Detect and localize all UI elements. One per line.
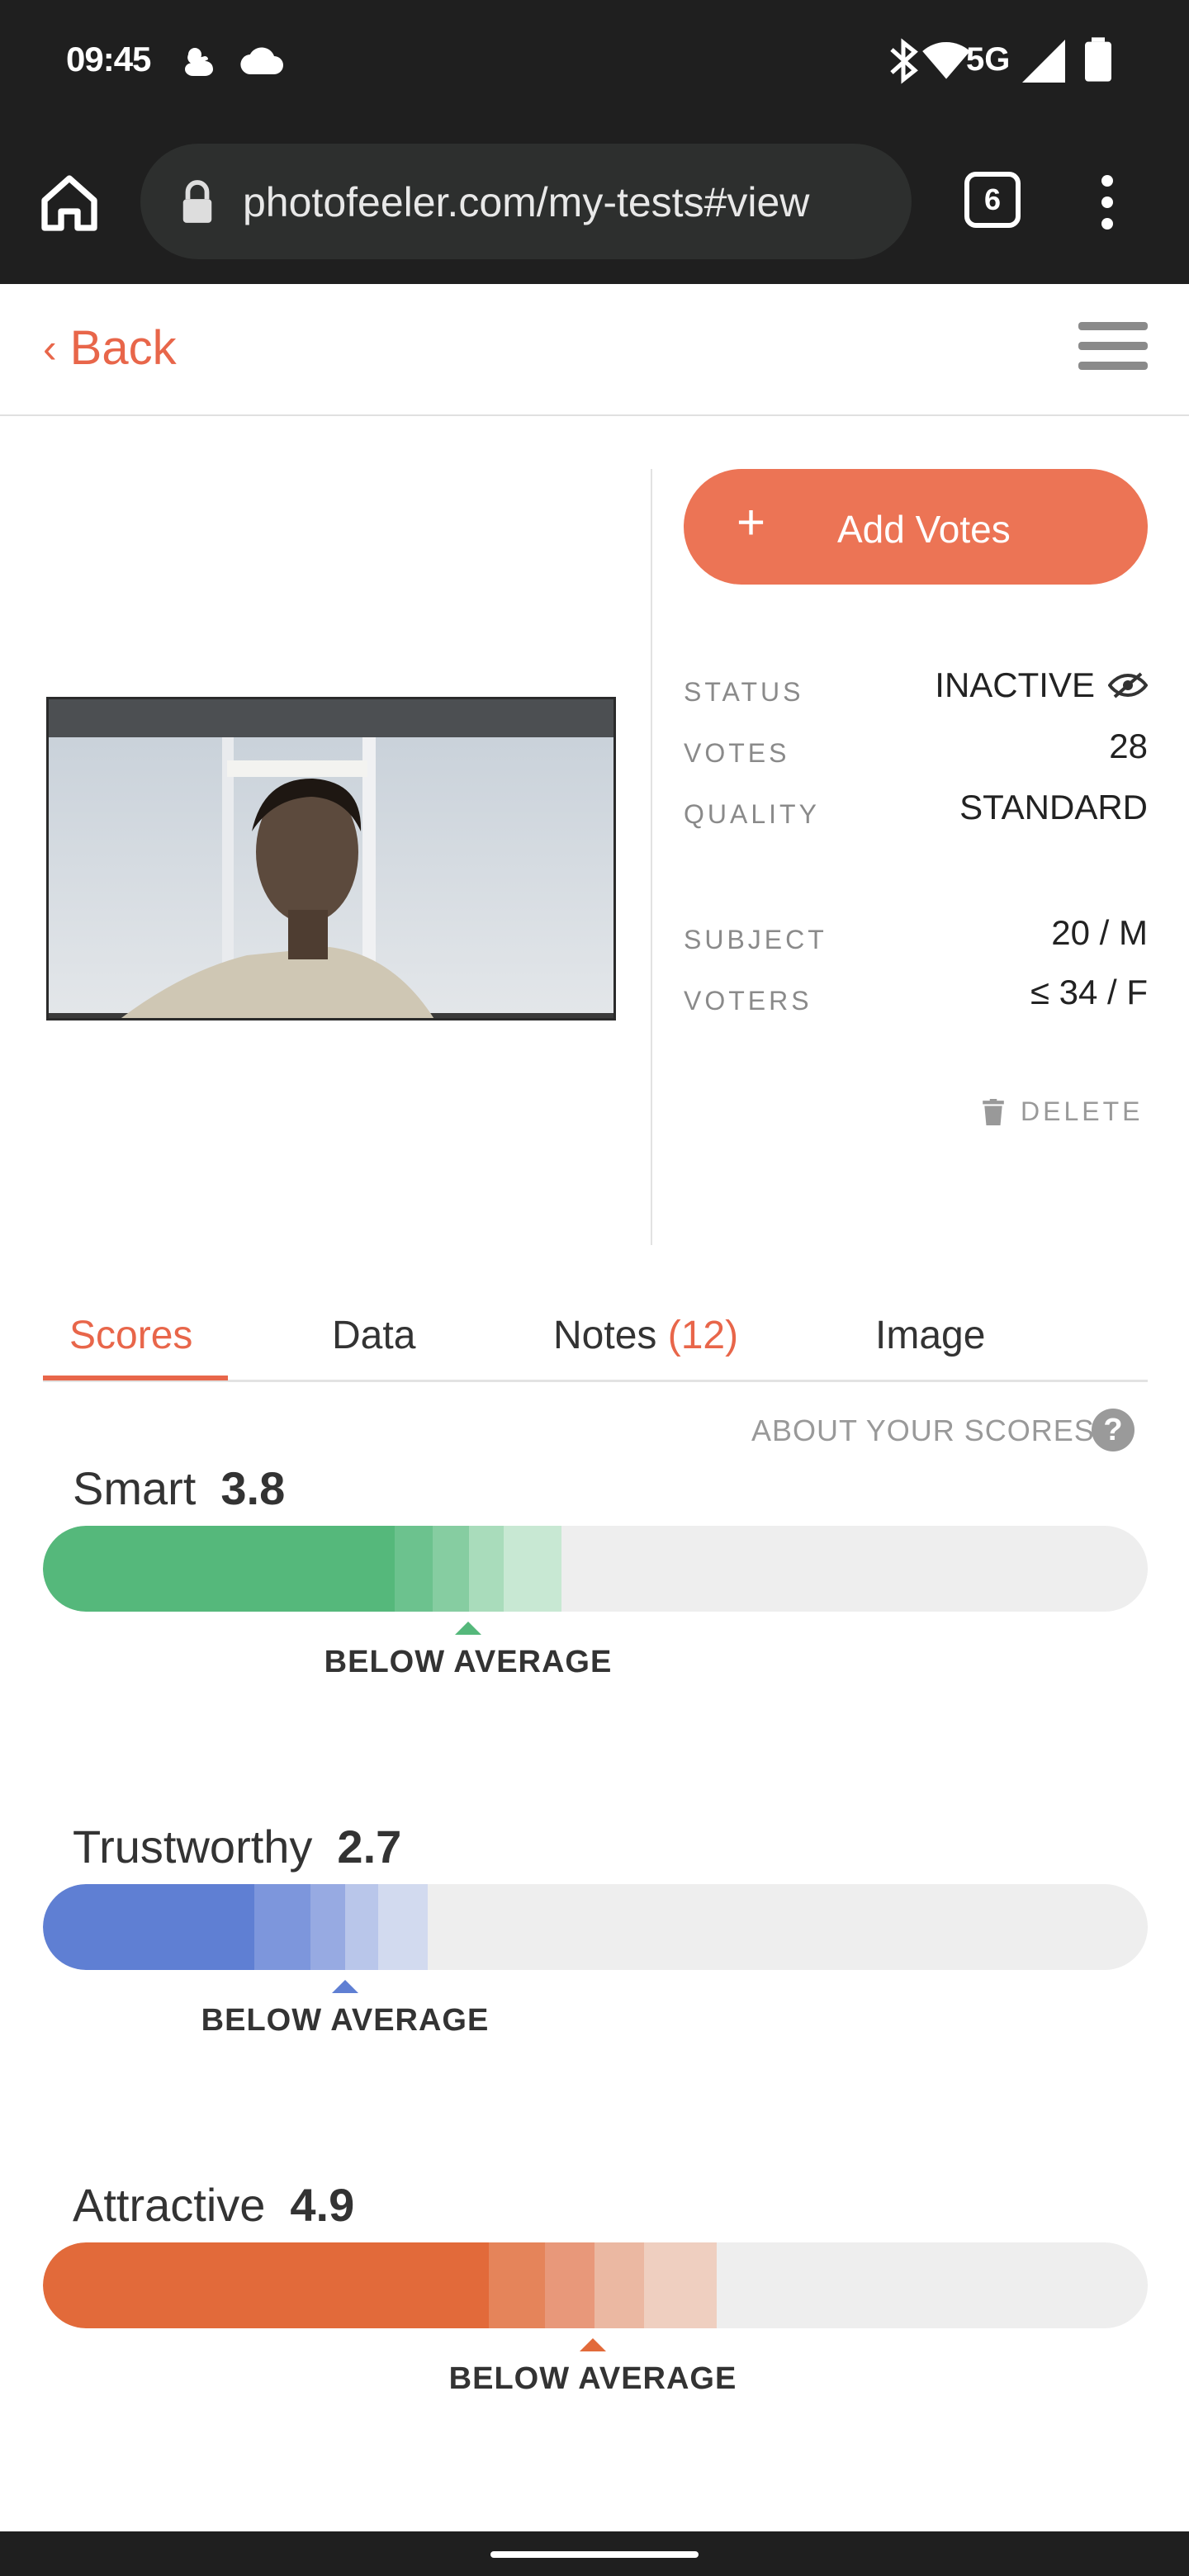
eye-slash-icon xyxy=(1108,672,1148,698)
delete-button[interactable]: DELETE xyxy=(983,1096,1143,1127)
score-rating: BELOW AVERAGE xyxy=(324,1645,613,1679)
back-button[interactable]: ‹ Back xyxy=(43,320,177,376)
more-menu-icon[interactable] xyxy=(1095,170,1120,236)
score-bar-range xyxy=(594,2242,644,2328)
votes-value: 28 xyxy=(1109,727,1148,765)
score-value: 4.9 xyxy=(290,2179,355,2231)
delete-label: DELETE xyxy=(1021,1096,1144,1126)
chevron-left-icon: ‹ xyxy=(43,324,57,372)
duck-icon xyxy=(185,48,213,76)
tab-data[interactable]: Data xyxy=(332,1313,415,1358)
hamburger-menu-icon[interactable] xyxy=(1078,322,1148,375)
voters-label: VOTERS xyxy=(684,986,812,1016)
add-votes-button[interactable]: + Add Votes xyxy=(684,469,1148,585)
score-heading: Attractive 4.9 xyxy=(73,2178,354,2232)
active-tab-indicator xyxy=(43,1376,228,1380)
score-bar-range xyxy=(378,1884,428,1970)
score-bar-range xyxy=(345,1884,378,1970)
status-text: INACTIVE xyxy=(935,665,1095,704)
score-bar-range xyxy=(254,1884,310,1970)
score-rating: BELOW AVERAGE xyxy=(448,2361,737,2396)
status-bar: 09:45 5G xyxy=(0,0,1189,124)
score-label: Smart xyxy=(73,1462,197,1514)
score-bar xyxy=(43,1526,1148,1612)
help-icon[interactable]: ? xyxy=(1092,1409,1135,1451)
score-bar xyxy=(43,2242,1148,2328)
score-bar-range xyxy=(310,1884,345,1970)
tab-bar: Scores Data Notes (12) Image xyxy=(43,1305,1148,1382)
trash-icon xyxy=(983,1098,1004,1125)
vertical-divider xyxy=(651,469,652,1245)
url-text[interactable]: photofeeler.com/my-tests#view xyxy=(243,178,903,226)
score-bar xyxy=(43,1884,1148,1970)
notes-count-badge: (12) xyxy=(667,1314,739,1357)
quality-label: QUALITY xyxy=(684,799,820,829)
browser-toolbar: photofeeler.com/my-tests#view 6 xyxy=(0,124,1189,284)
tab-notes-label: Notes xyxy=(553,1314,657,1357)
status-time: 09:45 xyxy=(66,40,151,78)
network-type: 5G xyxy=(966,41,1011,78)
app-header: ‹ Back xyxy=(0,284,1189,416)
tab-switcher-button[interactable]: 6 xyxy=(964,172,1021,228)
subject-value: 20 / M xyxy=(1051,913,1148,952)
score-bar-range xyxy=(433,1526,469,1612)
score-marker-icon xyxy=(332,1980,358,1993)
photo-image xyxy=(49,699,613,1018)
bluetooth-icon xyxy=(890,38,918,84)
score-bar-fill xyxy=(43,1526,396,1612)
system-nav-bar xyxy=(0,2531,1189,2576)
quality-value: STANDARD xyxy=(959,788,1148,826)
tab-notes[interactable]: Notes (12) xyxy=(553,1313,738,1358)
score-marker-icon xyxy=(455,1622,481,1635)
wifi-icon xyxy=(922,41,970,79)
back-label: Back xyxy=(69,321,177,375)
votes-label: VOTES xyxy=(684,738,790,768)
score-label: Attractive xyxy=(73,2179,266,2231)
signal-icon xyxy=(1022,40,1065,83)
score-bar-range xyxy=(545,2242,594,2328)
lock-icon xyxy=(182,180,212,223)
score-heading: Trustworthy 2.7 xyxy=(73,1820,401,1873)
plus-icon: + xyxy=(737,495,766,550)
address-bar[interactable]: photofeeler.com/my-tests#view xyxy=(140,144,912,259)
score-bar-fill xyxy=(43,2242,490,2328)
status-label: STATUS xyxy=(684,677,804,707)
voters-value: ≤ 34 / F xyxy=(1030,973,1148,1011)
score-rating: BELOW AVERAGE xyxy=(201,2003,490,2038)
score-bar-fill xyxy=(43,1884,256,1970)
add-votes-label: Add Votes xyxy=(837,508,1011,551)
home-gesture-handle[interactable] xyxy=(490,2551,699,2558)
score-bar-range xyxy=(644,2242,717,2328)
score-bar-range xyxy=(395,1526,433,1612)
home-icon[interactable] xyxy=(36,170,102,236)
about-scores-link[interactable]: ABOUT YOUR SCORES xyxy=(751,1413,1095,1448)
cloud-icon xyxy=(240,47,283,75)
battery-icon xyxy=(1085,37,1111,82)
score-bar-range xyxy=(469,1526,504,1612)
score-label: Trustworthy xyxy=(73,1821,313,1873)
score-heading: Smart 3.8 xyxy=(73,1461,285,1515)
score-value: 3.8 xyxy=(220,1462,286,1514)
status-value: INACTIVE xyxy=(935,665,1148,705)
tab-scores[interactable]: Scores xyxy=(69,1313,192,1358)
score-value: 2.7 xyxy=(337,1821,402,1873)
test-photo[interactable] xyxy=(46,697,616,1020)
tab-image[interactable]: Image xyxy=(875,1313,985,1358)
subject-label: SUBJECT xyxy=(684,925,827,954)
score-bar-range xyxy=(504,1526,561,1612)
score-marker-icon xyxy=(580,2338,606,2351)
score-bar-range xyxy=(489,2242,545,2328)
